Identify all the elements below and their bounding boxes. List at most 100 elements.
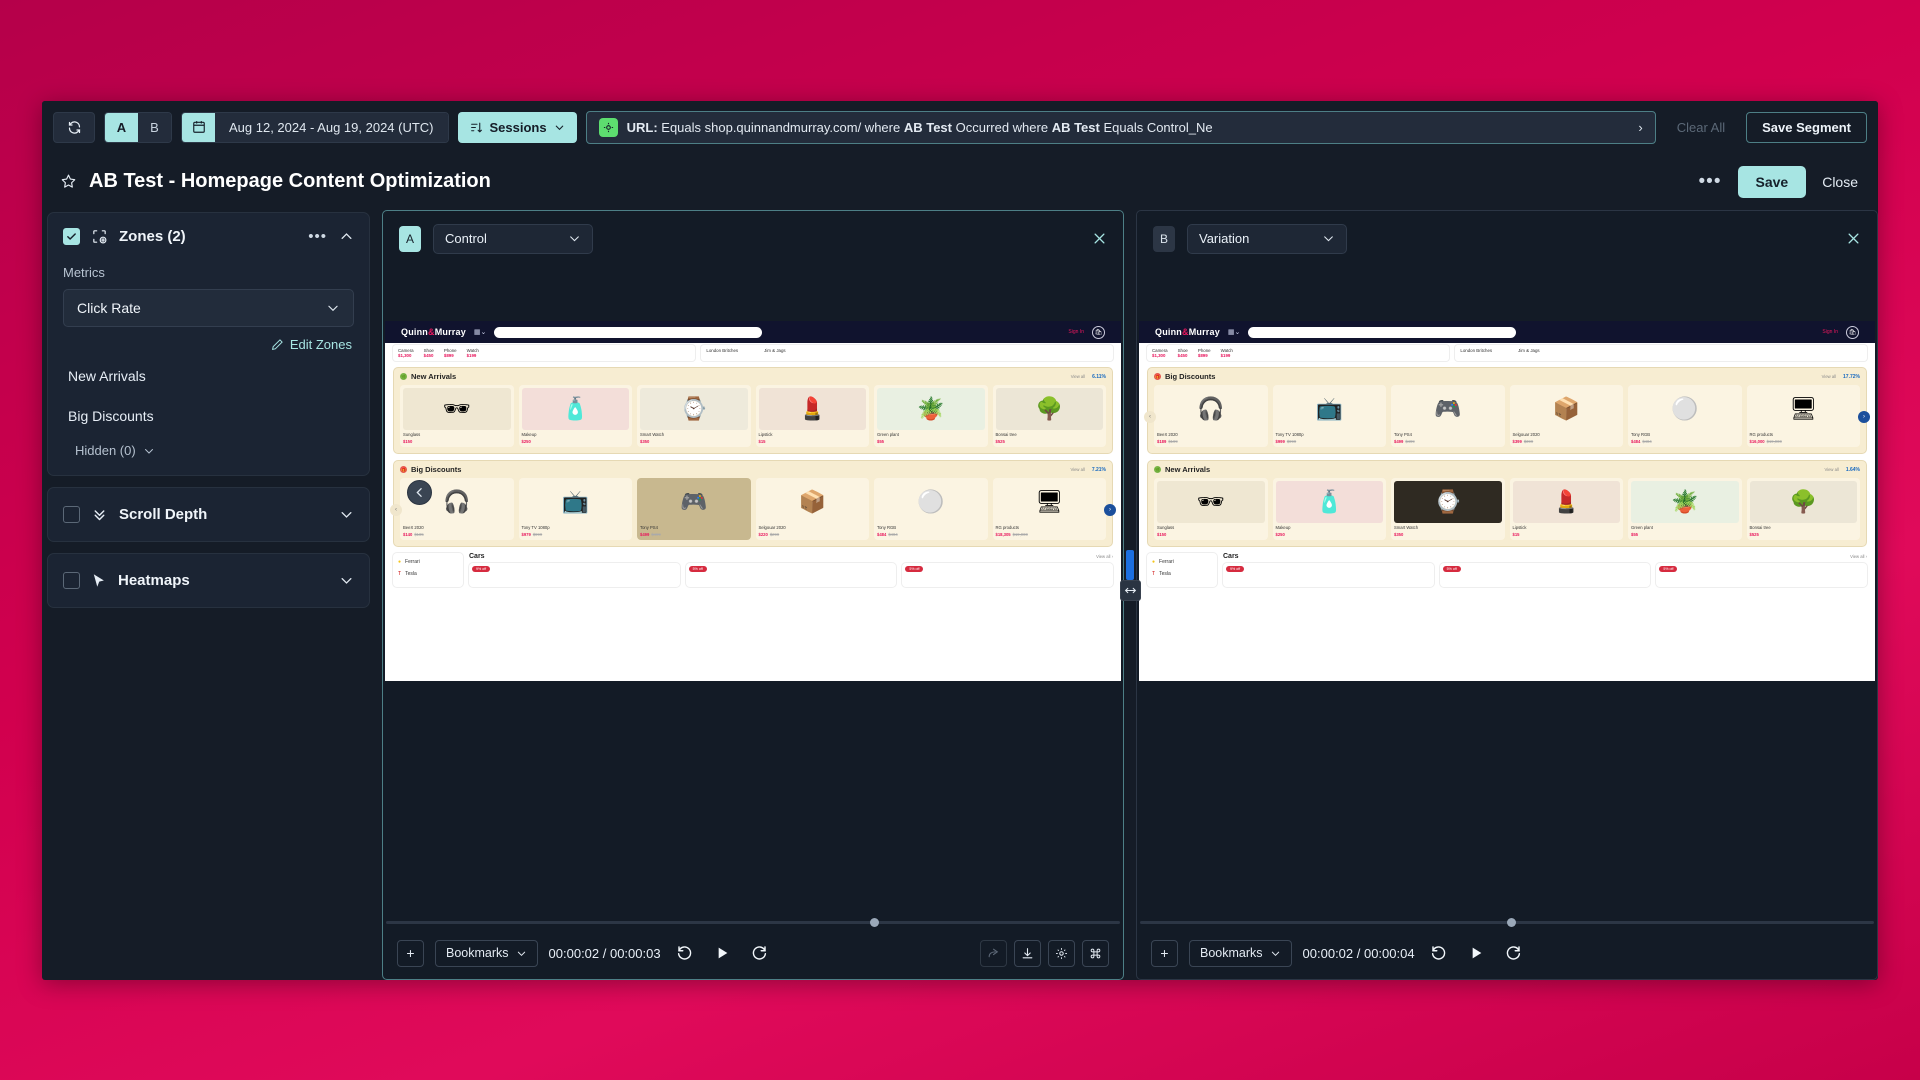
product-card[interactable]: 🪴 Green plant $55 (1628, 478, 1742, 540)
car-brand-item[interactable]: ● Ferrari (1150, 556, 1214, 568)
play-icon[interactable] (1463, 940, 1489, 966)
share-icon[interactable] (980, 939, 1007, 967)
site-b-search-input[interactable] (1248, 326, 1516, 338)
forward-icon[interactable] (746, 940, 772, 966)
product-card[interactable]: ⌚ Smart Watch $350 (1391, 478, 1505, 540)
add-bookmark-button[interactable]: + (397, 939, 424, 967)
product-card[interactable]: 🎮 Tony PS4 $499 $499 (637, 478, 751, 540)
carousel-next-button[interactable]: › (1104, 503, 1116, 516)
scroll-track[interactable] (1140, 917, 1874, 927)
product-card[interactable]: 🪴 Green plant $55 (874, 385, 988, 447)
section-view-all[interactable]: View all (1824, 467, 1838, 472)
product-card[interactable]: 🌳 Bonsai tree $525 (1746, 478, 1860, 540)
carousel-prev-button[interactable]: ‹ (1144, 410, 1156, 423)
product-card[interactable]: 📦 Selgouar 2020 $220 $299 (755, 478, 869, 540)
zone-item-new-arrivals[interactable]: New Arrivals (48, 356, 369, 396)
bookmarks-dropdown[interactable]: Bookmarks (435, 939, 538, 967)
clear-all-button[interactable]: Clear All (1665, 120, 1737, 135)
product-card[interactable]: 📺 Tony TV 1080p $999 $999 (1272, 385, 1386, 447)
carousel-prev-button[interactable]: ‹ (390, 503, 402, 516)
product-card[interactable]: ⚪ Tony RGB $484 $484 (1628, 385, 1742, 447)
toggle-b[interactable]: B (138, 112, 171, 142)
panel-b-close-button[interactable] (1846, 231, 1861, 246)
scroll-depth-header[interactable]: Scroll Depth (48, 488, 369, 541)
sidebar-collapse-button[interactable] (407, 480, 432, 505)
play-icon[interactable] (709, 940, 735, 966)
site-a-grid-icon[interactable]: ▦⌄ (474, 328, 486, 336)
panel-b-scrollbar[interactable] (1139, 917, 1875, 927)
gear-icon[interactable] (1048, 939, 1075, 967)
filter-expand-arrow[interactable]: › (1638, 120, 1642, 135)
heatmaps-header[interactable]: Heatmaps (48, 554, 369, 607)
site-b-cart-icon[interactable]: 🛍 (1846, 325, 1859, 339)
save-button[interactable]: Save (1737, 165, 1807, 198)
car-card[interactable]: 5% off (902, 563, 1114, 587)
zones-more-button[interactable]: ••• (308, 229, 327, 244)
heatmaps-checkbox[interactable] (63, 572, 80, 589)
refresh-button[interactable] (53, 111, 95, 143)
ab-variant-toggle[interactable]: A B (104, 111, 172, 143)
toggle-a[interactable]: A (105, 112, 138, 142)
panel-a-scrollbar[interactable] (385, 917, 1121, 927)
scroll-knob[interactable] (870, 917, 880, 927)
car-card[interactable]: 5% off (685, 563, 897, 587)
car-card[interactable]: 5% off (1439, 563, 1651, 587)
cars-view-all[interactable]: View all › (1850, 554, 1867, 559)
scroll-knob[interactable] (1507, 917, 1516, 927)
site-a-cart-icon[interactable]: 🛍 (1092, 325, 1105, 339)
rewind-icon[interactable] (1426, 940, 1452, 966)
panel-b-variant-select[interactable]: Variation (1187, 223, 1347, 254)
scroll-track[interactable] (386, 917, 1120, 927)
segment-filter-pill[interactable]: URL: Equals shop.quinnandmurray.com/ whe… (585, 110, 1656, 144)
panel-splitter[interactable] (1119, 210, 1141, 980)
product-card[interactable]: 📦 Selgouar 2020 $399 $399 (1509, 385, 1623, 447)
scroll-depth-checkbox[interactable] (63, 506, 80, 523)
car-brand-item[interactable]: ● Ferrari (396, 556, 460, 568)
hidden-zones-toggle[interactable]: Hidden (0) (48, 436, 369, 469)
site-a-signin-link[interactable]: Sign In (1068, 329, 1084, 335)
zones-card-header[interactable]: Zones (2) ••• (48, 213, 369, 260)
product-card[interactable]: 🧴 Makeup $250 (1272, 478, 1386, 540)
chevron-down-icon[interactable] (339, 507, 354, 522)
product-card[interactable]: 🕶 Sunglass $150 (1154, 478, 1268, 540)
product-card[interactable]: 🧴 Makeup $250 (518, 385, 632, 447)
product-card[interactable]: 🎧 BeeX 2020 $189 $199 (1154, 385, 1268, 447)
cars-view-all[interactable]: View all › (1096, 554, 1113, 559)
car-card[interactable]: 9% off (469, 563, 680, 587)
add-bookmark-button[interactable]: + (1151, 939, 1178, 967)
date-range-picker[interactable]: Aug 12, 2024 - Aug 19, 2024 (UTC) (181, 111, 449, 143)
chevron-up-icon[interactable] (339, 229, 354, 244)
product-card[interactable]: 🌳 Bonsai tree $525 (992, 385, 1106, 447)
product-card[interactable]: 🎮 Tony PS4 $499 $499 (1391, 385, 1505, 447)
panel-a-close-button[interactable] (1092, 231, 1107, 246)
site-a-search-input[interactable] (494, 326, 762, 338)
save-segment-button[interactable]: Save Segment (1746, 111, 1867, 143)
panel-a-variant-select[interactable]: Control (433, 223, 593, 254)
chevron-down-icon[interactable] (339, 573, 354, 588)
download-icon[interactable] (1014, 939, 1041, 967)
forward-icon[interactable] (1500, 940, 1526, 966)
close-button[interactable]: Close (1822, 174, 1858, 190)
section-view-all[interactable]: View all (1071, 374, 1085, 379)
product-card[interactable]: 💄 Lipstick $15 (755, 385, 869, 447)
carousel-next-button[interactable]: › (1858, 410, 1870, 423)
section-view-all[interactable]: View all (1070, 467, 1084, 472)
product-card[interactable]: 📺 Tony TV 1080p $979 $999 (518, 478, 632, 540)
product-card[interactable]: ⌚ Smart Watch $350 (637, 385, 751, 447)
car-brand-item[interactable]: T Tesla (1150, 568, 1214, 580)
product-card[interactable]: 🕶 Sunglass $150 (400, 385, 514, 447)
rewind-icon[interactable] (672, 940, 698, 966)
car-brand-item[interactable]: T Tesla (396, 568, 460, 580)
star-icon[interactable] (60, 173, 77, 190)
metric-select[interactable]: Click Rate (63, 289, 354, 327)
panel-b-viewport[interactable]: Quinn&Murray ▦⌄ Sign In 🛍 Camera$1,300 (1139, 266, 1875, 917)
command-icon[interactable] (1082, 939, 1109, 967)
product-card[interactable]: 🖥 RG products $16,000 $19,000 (1746, 385, 1860, 447)
product-card[interactable]: 💄 Lipstick $15 (1509, 478, 1623, 540)
car-card[interactable]: 9% off (1223, 563, 1434, 587)
product-card[interactable]: ⚪ Tony RGB $484 $484 (874, 478, 988, 540)
sessions-selector[interactable]: Sessions (457, 111, 577, 143)
bookmarks-dropdown[interactable]: Bookmarks (1189, 939, 1292, 967)
site-b-signin-link[interactable]: Sign In (1822, 329, 1838, 335)
section-view-all[interactable]: View all (1822, 374, 1836, 379)
